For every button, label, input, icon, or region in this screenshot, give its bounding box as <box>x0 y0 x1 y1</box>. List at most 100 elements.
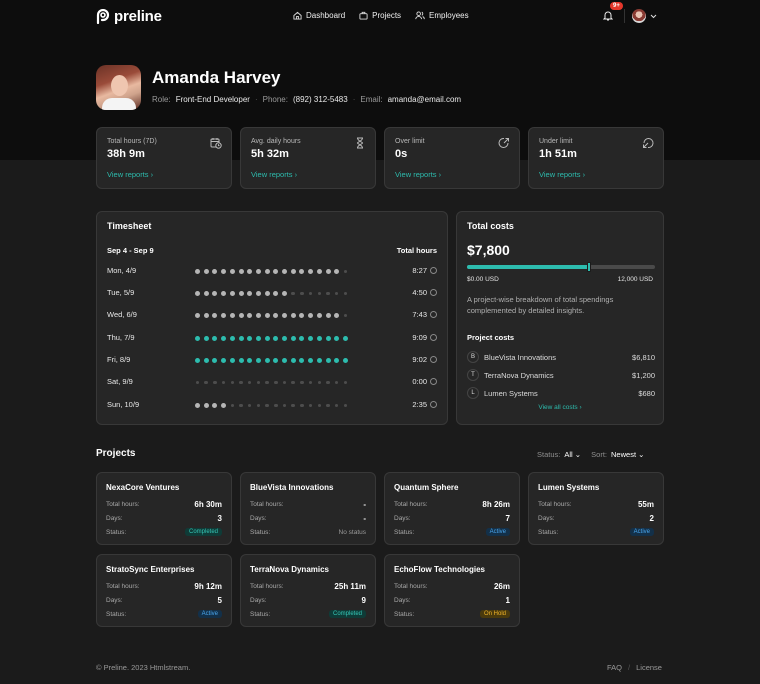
project-days-row: Days: 1 <box>394 596 510 607</box>
timesheet-dot-empty <box>308 403 313 408</box>
project-days-value: 9 <box>361 596 366 605</box>
timesheet-dot-empty <box>326 380 330 385</box>
project-hours-label: Total hours: <box>538 501 572 508</box>
view-reports-link[interactable]: View reports › <box>107 170 153 179</box>
status-badge: Completed <box>328 610 366 618</box>
timesheet-dot-filled <box>282 358 287 363</box>
timesheet-dot-empty <box>334 380 339 385</box>
project-letter-badge: B <box>467 351 479 363</box>
project-name: Lumen Systems <box>538 483 600 492</box>
timesheet-dot-filled <box>264 269 270 274</box>
costs-total: $7,800 <box>467 242 510 258</box>
stat-value: 5h 32m <box>251 148 289 160</box>
meta-separator: · <box>254 95 258 104</box>
info-icon[interactable] <box>430 334 437 341</box>
stat-value: 38h 9m <box>107 148 145 160</box>
timesheet-dot-filled <box>229 291 235 296</box>
timesheet-dot-filled <box>325 358 331 363</box>
project-card[interactable]: TerraNova Dynamics Total hours: 25h 11m Day… <box>240 554 376 627</box>
nav-employees[interactable]: Employees <box>415 11 469 20</box>
stat-value: 1h 51m <box>539 148 577 160</box>
project-card[interactable]: StratoSync Enterprises Total hours: 9h 12m… <box>96 554 232 627</box>
project-status-text: No status <box>338 529 366 536</box>
status-filter-select[interactable]: All ⌄ <box>564 450 581 459</box>
navbar-divider <box>624 9 625 23</box>
timesheet-dot-filled <box>203 269 209 274</box>
status-badge: Active <box>197 610 222 618</box>
project-cost-row: L Lumen Systems $680 <box>467 387 655 399</box>
project-hours-row: Total hours: 6h 30m <box>106 500 222 511</box>
timesheet-dot-empty <box>204 380 208 385</box>
license-link[interactable]: License <box>636 663 662 672</box>
timesheet-day: Wed, 6/9 <box>107 310 137 319</box>
costs-progress-fill <box>467 265 590 269</box>
info-icon[interactable] <box>430 289 437 296</box>
timesheet-total-label: Total hours <box>396 246 437 255</box>
info-icon[interactable] <box>430 401 437 408</box>
project-card[interactable]: Quantum Sphere Total hours: 8h 26m Days: 7 St… <box>384 472 520 545</box>
view-reports-link[interactable]: View reports › <box>539 170 585 179</box>
timesheet-dot-filled <box>342 336 348 341</box>
total-costs-card: Total costs $7,800 $0.00 USD 12,000 USD … <box>456 211 664 425</box>
timesheet-dot-filled <box>282 291 287 296</box>
info-icon[interactable] <box>430 378 437 385</box>
timesheet-dot-filled <box>238 291 244 296</box>
nav-projects[interactable]: Projects <box>359 11 401 20</box>
logo[interactable]: preline <box>96 8 162 25</box>
timesheet-dot-empty <box>265 380 269 385</box>
timesheet-dot-filled <box>334 358 340 363</box>
info-icon[interactable] <box>430 311 437 318</box>
timesheet-dot-filled <box>203 313 209 318</box>
bell-icon[interactable] <box>603 10 613 21</box>
stat-card-under-limit: Under limit 1h 51m View reports › <box>528 127 664 189</box>
info-icon[interactable] <box>430 356 437 363</box>
timesheet-dot-filled <box>221 291 227 296</box>
project-card[interactable]: NexaCore Ventures Total hours: 6h 30m Days:… <box>96 472 232 545</box>
timesheet-dot-empty <box>317 380 322 385</box>
notification-badge: 9+ <box>610 2 623 10</box>
stat-label: Over limit <box>395 138 425 145</box>
filter-divider <box>585 450 587 459</box>
timesheet-dot-empty <box>317 403 322 408</box>
project-days-label: Days: <box>394 515 411 522</box>
view-all-costs-link[interactable]: View all costs › <box>457 404 663 411</box>
timesheet-dot-filled <box>195 313 200 318</box>
avatar-face-shape <box>111 75 128 96</box>
phone-value[interactable]: (892) 312-5483 <box>293 95 348 104</box>
timesheet-day: Fri, 8/9 <box>107 355 131 364</box>
timesheet-dot-empty <box>308 380 313 385</box>
costs-max-label: 12,000 USD <box>617 276 653 283</box>
timesheet-dot-filled <box>308 336 314 341</box>
sort-select[interactable]: Newest ⌄ <box>611 450 644 459</box>
timesheet-dot-filled <box>203 336 209 341</box>
timesheet-dot-empty <box>343 380 348 385</box>
status-badge: On Hold <box>479 610 510 618</box>
email-label: Email: <box>360 95 383 104</box>
stat-card-over-limit: Over limit 0s View reports › <box>384 127 520 189</box>
project-card[interactable]: Lumen Systems Total hours: 55m Days: 2 Status… <box>528 472 664 545</box>
project-days-label: Days: <box>394 597 411 604</box>
project-card[interactable]: EchoFlow Technologies Total hours: 26m Days… <box>384 554 520 627</box>
timesheet-dot-filled <box>212 269 218 274</box>
project-card[interactable]: BlueVista Innovations Total hours: - Days: -… <box>240 472 376 545</box>
email-value[interactable]: amanda@email.com <box>388 95 461 104</box>
project-status-row: Status: On Hold <box>394 610 510 621</box>
avatar-shirt-shape <box>102 98 136 110</box>
timesheet-dot-filled <box>273 313 279 318</box>
faq-link[interactable]: FAQ <box>607 663 622 672</box>
view-reports-link[interactable]: View reports › <box>251 170 297 179</box>
arrow-up-right-circle-icon <box>498 137 509 148</box>
view-reports-link[interactable]: View reports › <box>395 170 441 179</box>
timesheet-dot-filled <box>221 336 227 341</box>
role-value: Front-End Developer <box>175 95 250 104</box>
timesheet-row: Wed, 6/9 7:43 <box>107 310 437 322</box>
nav-dashboard[interactable]: Dashboard <box>293 11 345 20</box>
hourglass-icon <box>356 137 364 149</box>
info-icon[interactable] <box>430 267 437 274</box>
user-menu[interactable] <box>632 9 657 23</box>
timesheet-dot-filled <box>255 291 261 296</box>
timesheet-row: Sat, 9/9 0:00 <box>107 377 437 389</box>
timesheet-dot-filled <box>334 269 340 274</box>
timesheet-dot-filled <box>290 336 296 341</box>
timesheet-range: Sep 4 - Sep 9 <box>107 246 154 255</box>
